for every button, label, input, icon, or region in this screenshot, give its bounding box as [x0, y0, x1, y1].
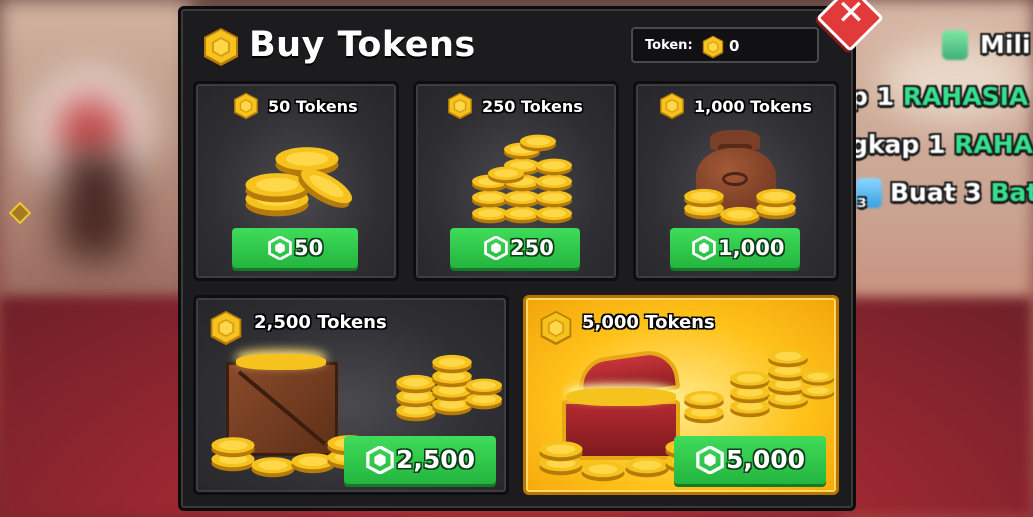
token-counter-label: Token:	[645, 38, 693, 53]
price-label: 50	[294, 236, 324, 260]
buy-button-250[interactable]: 250	[450, 228, 580, 268]
price-label: 2,500	[396, 445, 476, 474]
coin-bag-art	[682, 124, 802, 228]
quest-line-3: gkap 1 RAHA	[850, 130, 1033, 159]
coin-icon	[658, 92, 686, 120]
product-card-5000[interactable]: 5,000 Tokens 5,000	[523, 295, 839, 495]
product-card-1000[interactable]: 1,000 Tokens 1,000	[633, 81, 839, 281]
coin-icon	[538, 310, 574, 346]
product-card-50[interactable]: 50 Tokens 50	[193, 81, 399, 281]
quest-line-4: Buat 3 Bat	[890, 178, 1033, 207]
token-counter: Token: 0	[631, 27, 819, 63]
buy-button-2500[interactable]: 2,500	[344, 436, 496, 484]
robux-icon	[484, 236, 508, 260]
coin-icon	[701, 35, 725, 59]
buy-tokens-panel: Buy Tokens Token: 0 50 Tokens 50 250 Tok…	[178, 6, 856, 511]
product-label: 5,000 Tokens	[582, 312, 715, 333]
coin-stack-art	[236, 134, 366, 224]
coin-icon	[232, 92, 260, 120]
coin-icon	[446, 92, 474, 120]
buy-button-1000[interactable]: 1,000	[670, 228, 800, 268]
panel-title: Buy Tokens	[249, 25, 476, 65]
coin-icon	[208, 310, 244, 346]
robux-icon	[696, 446, 724, 474]
price-label: 5,000	[726, 445, 806, 474]
quest-line-1: Mili	[980, 30, 1031, 59]
product-label: 50 Tokens	[268, 97, 358, 116]
background-character	[60, 150, 130, 260]
price-label: 1,000	[718, 236, 785, 260]
coin-icon	[201, 27, 241, 67]
robux-icon	[692, 236, 716, 260]
buy-button-5000[interactable]: 5,000	[674, 436, 826, 484]
quest-badge: 3	[858, 196, 867, 210]
token-counter-value: 0	[729, 37, 740, 55]
product-card-250[interactable]: 250 Tokens 250	[413, 81, 619, 281]
coin-stack-art	[466, 128, 576, 228]
close-icon: ✕	[836, 0, 866, 33]
robux-icon	[268, 236, 292, 260]
product-card-2500[interactable]: 2,500 Tokens 2,500	[193, 295, 509, 495]
buy-button-50[interactable]: 50	[232, 228, 358, 268]
product-label: 2,500 Tokens	[254, 312, 387, 333]
quest-line-2: p 1 RAHASIA	[850, 82, 1029, 111]
quest-icon	[942, 30, 968, 60]
price-label: 250	[510, 236, 554, 260]
product-label: 250 Tokens	[482, 97, 583, 116]
close-button[interactable]: ✕	[812, 0, 884, 56]
product-label: 1,000 Tokens	[694, 97, 812, 116]
robux-icon	[366, 446, 394, 474]
